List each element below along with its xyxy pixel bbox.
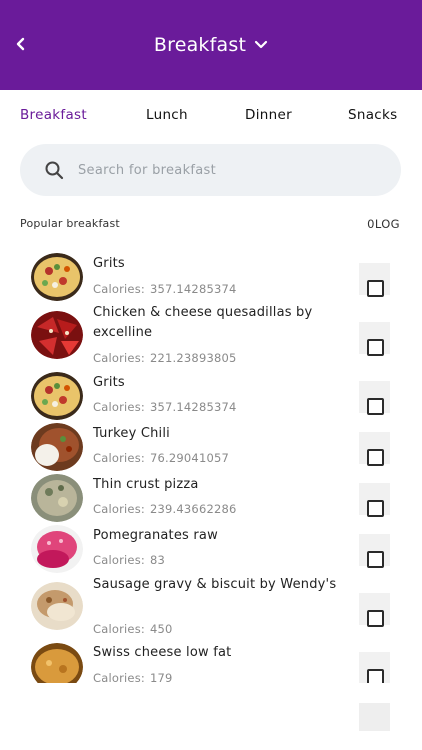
food-name: Thin crust pizza: [93, 477, 199, 492]
food-name: Turkey Chili: [93, 426, 170, 441]
food-calories: Calories: 76.29041057: [93, 451, 229, 465]
search-icon: [45, 161, 64, 180]
food-image: [31, 474, 83, 522]
chevron-left-icon: [16, 37, 25, 51]
food-image: [31, 372, 83, 420]
select-checkbox[interactable]: [367, 500, 384, 517]
tab-dinner[interactable]: Dinner: [245, 107, 292, 123]
food-calories: Calories: 357.14285374: [93, 282, 237, 296]
tab-lunch[interactable]: Lunch: [146, 107, 188, 123]
bottom-placeholder: [359, 703, 390, 731]
search-input[interactable]: [78, 144, 378, 196]
food-name: Sausage gravy & biscuit by Wendy's: [93, 577, 337, 592]
calories-label: Calories:: [93, 282, 145, 296]
search-bar: [20, 144, 401, 196]
food-image: [31, 643, 83, 683]
section-title: Popular breakfast: [20, 217, 120, 230]
calories-value: 357.14285374: [149, 282, 237, 296]
select-checkbox[interactable]: [367, 339, 384, 356]
calories-label: Calories:: [93, 451, 145, 465]
food-image: [31, 253, 83, 301]
calories-value: 83: [149, 553, 166, 567]
page-title: Breakfast: [153, 34, 247, 56]
food-calories: Calories: 179: [93, 671, 173, 683]
select-checkbox[interactable]: [367, 449, 384, 466]
calories-label: Calories:: [93, 553, 145, 567]
food-image: [31, 423, 83, 471]
calories-value: 221.23893805: [149, 351, 237, 365]
back-button[interactable]: [10, 30, 32, 58]
select-checkbox[interactable]: [367, 398, 384, 415]
calories-label: Calories:: [93, 502, 145, 516]
select-checkbox[interactable]: [367, 610, 384, 627]
food-name: Swiss cheese low fat: [93, 645, 232, 660]
calories-label: Calories:: [93, 351, 145, 365]
meal-selector[interactable]: Breakfast: [154, 34, 268, 56]
select-checkbox[interactable]: [367, 551, 384, 568]
food-calories: Calories: 450: [93, 622, 173, 636]
food-image: [31, 311, 83, 359]
food-calories: Calories: 221.23893805: [93, 351, 237, 365]
calories-value: 76.29041057: [149, 451, 230, 465]
food-image: [31, 525, 83, 573]
select-checkbox[interactable]: [367, 280, 384, 297]
calories-label: Calories:: [93, 400, 145, 414]
tab-breakfast[interactable]: Breakfast: [20, 107, 87, 123]
food-name: Grits: [93, 375, 125, 390]
log-button[interactable]: 0LOG: [367, 217, 400, 231]
food-name: Chicken & cheese quesadillas by excellin…: [93, 305, 313, 340]
food-image: [31, 582, 83, 630]
calories-value: 357.14285374: [149, 400, 237, 414]
food-name: Pomegranates raw: [93, 528, 218, 543]
calories-value: 179: [149, 671, 173, 683]
calories-label: Calories:: [93, 671, 145, 683]
food-list: Grits Calories: 357.14285374 Chicken & ch…: [0, 250, 422, 683]
calories-value: 239.43662286: [149, 502, 237, 516]
tab-snacks[interactable]: Snacks: [348, 107, 397, 123]
food-calories: Calories: 83: [93, 553, 165, 567]
food-calories: Calories: 239.43662286: [93, 502, 237, 516]
chevron-down-icon: [255, 40, 268, 49]
meal-tabs: Breakfast Lunch Dinner Snacks: [0, 90, 422, 140]
app-header: Breakfast: [0, 0, 422, 90]
calories-value: 450: [149, 622, 173, 636]
food-name: Grits: [93, 256, 125, 271]
select-checkbox[interactable]: [367, 669, 384, 683]
calories-label: Calories:: [93, 622, 145, 636]
food-calories: Calories: 357.14285374: [93, 400, 237, 414]
